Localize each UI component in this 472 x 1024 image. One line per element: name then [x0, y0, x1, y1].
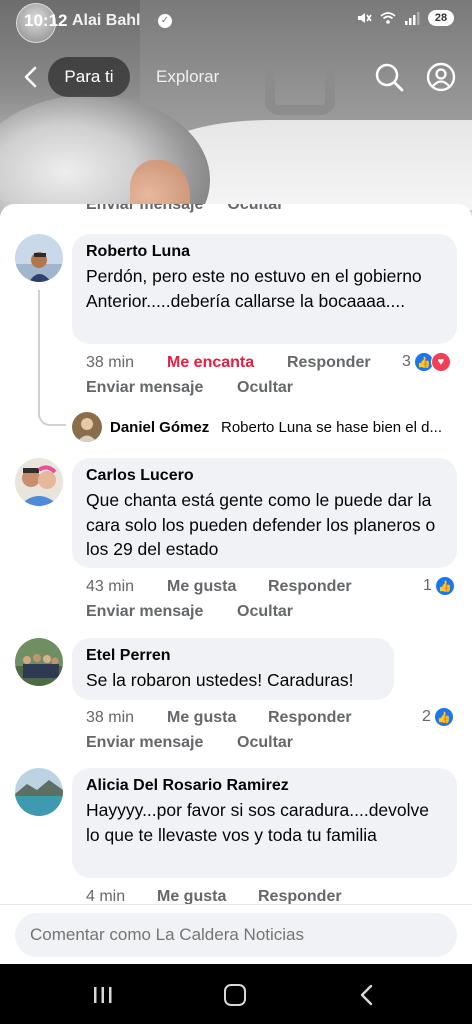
reply-author[interactable]: Daniel Gómez: [110, 419, 209, 436]
recents-icon[interactable]: [92, 986, 114, 1004]
send-message-link[interactable]: Enviar mensaje: [86, 379, 203, 397]
system-navigation-bar: [0, 964, 472, 1024]
verified-icon: ✓: [158, 14, 172, 28]
comment-time: 43 min: [86, 578, 135, 595]
comment-author[interactable]: Roberto Luna: [86, 243, 443, 261]
reply-text: Roberto Luna se hase bien el d...: [221, 419, 442, 436]
comment-bubble[interactable]: Carlos Lucero Que chanta está gente como…: [72, 458, 457, 568]
back-icon[interactable]: [20, 65, 44, 89]
page-name-overlay[interactable]: Alai Bahl: [72, 12, 140, 30]
love-icon: ♥: [430, 352, 451, 372]
comment-actions: 38 min Me gusta Responder: [86, 709, 466, 729]
top-navigation: Para ti Explorar: [0, 56, 472, 98]
comment-secondary-actions: Enviar mensaje Ocultar: [86, 379, 466, 399]
comment-text: Perdón, pero este no estuvo en el gobier…: [86, 266, 422, 311]
reaction-count[interactable]: 2 👍: [422, 707, 454, 727]
comment-secondary-actions: Enviar mensaje Ocultar: [86, 603, 466, 623]
avatar[interactable]: [15, 638, 63, 686]
comment-time: 38 min: [86, 354, 135, 371]
comment-composer: [0, 904, 472, 964]
comment-author[interactable]: Alicia Del Rosario Ramirez: [86, 777, 443, 795]
like-button[interactable]: Me gusta: [157, 888, 226, 904]
comments-list[interactable]: Enviar mensaje Ocultar Roberto Luna Perd…: [0, 204, 472, 904]
profile-icon[interactable]: [426, 62, 456, 92]
comment-bubble[interactable]: Alicia Del Rosario Ramirez Hayyyy...por …: [72, 768, 457, 878]
comment-text: Hayyyy...por favor si sos caradura....de…: [86, 800, 430, 845]
mute-icon: [358, 13, 372, 23]
reply-button[interactable]: Responder: [258, 888, 342, 904]
comment-author[interactable]: Carlos Lucero: [86, 467, 443, 485]
reaction-number: 3: [402, 353, 411, 370]
comment-bubble[interactable]: Roberto Luna Perdón, pero este no estuvo…: [72, 234, 457, 344]
comment-input[interactable]: [15, 913, 457, 957]
comments-sheet: Enviar mensaje Ocultar Roberto Luna Perd…: [0, 204, 472, 964]
comment-secondary-actions: Enviar mensaje Ocultar: [86, 734, 466, 754]
reply-button[interactable]: Responder: [287, 354, 371, 372]
battery-indicator: 28: [428, 10, 454, 26]
comment-time: 4 min: [86, 888, 126, 904]
wifi-icon: [380, 12, 396, 24]
avatar[interactable]: [15, 234, 63, 282]
send-message-link[interactable]: Enviar mensaje: [86, 204, 203, 214]
comment-text: Se la robaron ustedes! Caraduras!: [86, 670, 354, 690]
comment-actions: 4 min Me gusta Responder: [86, 888, 466, 904]
comment-author[interactable]: Etel Perren: [86, 647, 380, 665]
comment-actions: 43 min Me gusta Responder: [86, 578, 466, 598]
reply-avatar[interactable]: [72, 412, 102, 442]
love-reaction-button[interactable]: Me encanta: [167, 354, 254, 372]
comment-bubble[interactable]: Etel Perren Se la robaron ustedes! Carad…: [72, 638, 394, 700]
status-time: 10:12: [24, 11, 68, 30]
reaction-number: 2: [422, 708, 431, 725]
comment-time: 38 min: [86, 709, 135, 726]
reaction-count[interactable]: 1 👍: [423, 576, 455, 596]
reply-preview[interactable]: Daniel Gómez Roberto Luna se hase bien e…: [72, 412, 472, 444]
status-bar: 10:12 Alai Bahl ✓ 28: [0, 0, 472, 43]
tab-explorar[interactable]: Explorar: [156, 67, 219, 87]
send-message-link[interactable]: Enviar mensaje: [86, 603, 203, 621]
hide-link[interactable]: Ocultar: [227, 204, 283, 214]
tab-para-ti[interactable]: Para ti: [48, 57, 130, 97]
like-button[interactable]: Me gusta: [167, 578, 236, 596]
like-icon: 👍: [433, 707, 454, 727]
nav-back-icon[interactable]: [358, 984, 374, 1006]
previous-comment-actions: Enviar mensaje Ocultar: [86, 204, 283, 214]
avatar[interactable]: [15, 458, 63, 506]
like-icon: 👍: [434, 576, 455, 596]
signal-icon: [405, 12, 420, 25]
reply-button[interactable]: Responder: [268, 709, 352, 727]
reply-button[interactable]: Responder: [268, 578, 352, 596]
hide-link[interactable]: Ocultar: [237, 734, 293, 752]
home-icon[interactable]: [224, 984, 246, 1006]
thread-line: [38, 290, 66, 426]
send-message-link[interactable]: Enviar mensaje: [86, 734, 203, 752]
reaction-count[interactable]: 3 👍 ♥: [402, 352, 451, 372]
search-icon[interactable]: [374, 62, 404, 92]
reaction-number: 1: [423, 577, 432, 594]
hide-link[interactable]: Ocultar: [237, 603, 293, 621]
avatar[interactable]: [15, 768, 63, 816]
comment-text: Que chanta está gente como le puede dar …: [86, 490, 436, 559]
hide-link[interactable]: Ocultar: [237, 379, 293, 397]
like-button[interactable]: Me gusta: [167, 709, 236, 727]
